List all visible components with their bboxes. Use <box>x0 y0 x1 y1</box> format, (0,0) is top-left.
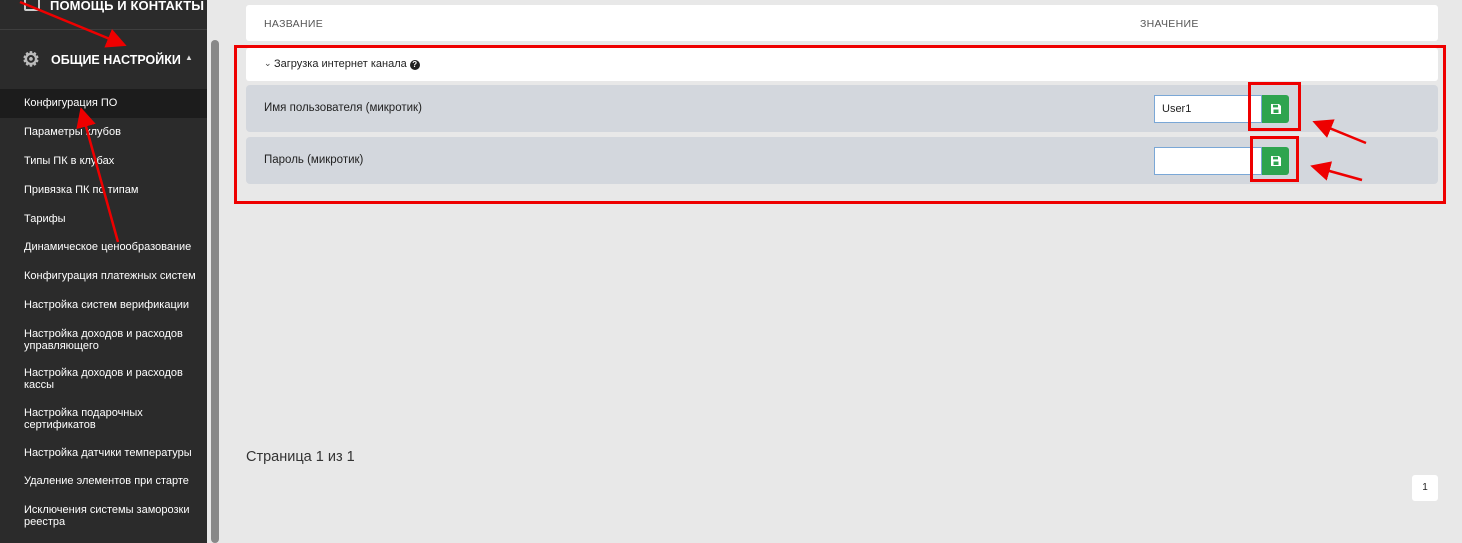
column-header-value: Значение <box>1140 18 1199 30</box>
annotation-box-save-2 <box>1250 136 1299 182</box>
sidebar-scrollbar-thumb[interactable] <box>211 40 219 543</box>
sidebar-item-tariffs[interactable]: Тарифы <box>0 213 207 225</box>
sidebar-item-manager-finance[interactable]: Настройка доходов и расходов управляющег… <box>0 328 207 352</box>
gear-icon: ⚙ <box>22 49 40 71</box>
help-icon <box>24 0 40 11</box>
sidebar-item-cashbox-finance[interactable]: Настройка доходов и расходов кассы <box>0 367 207 391</box>
caret-up-icon: ▲ <box>185 53 193 62</box>
sidebar-item-help-contacts[interactable]: Помощь и контакты <box>0 0 207 30</box>
sidebar-item-startup-removal[interactable]: Удаление элементов при старте <box>0 475 207 487</box>
pagination-summary: Страница 1 из 1 <box>246 449 355 465</box>
sidebar-item-dynamic-pricing[interactable]: Динамическое ценообразование <box>0 241 207 253</box>
sidebar-item-registry-freeze[interactable]: Исключения системы заморозки реестра <box>0 504 207 528</box>
sidebar-item-payment-config[interactable]: Конфигурация платежных систем <box>0 270 207 282</box>
page-button[interactable]: 1 <box>1412 475 1438 501</box>
sidebar-item-club-params[interactable]: Параметры клубов <box>0 126 207 138</box>
table-header: Название Значение <box>246 5 1438 41</box>
column-header-name: Название <box>264 18 324 30</box>
sidebar-item-gift-certificates[interactable]: Настройка подарочных сертификатов <box>0 407 207 431</box>
sidebar-item-temperature[interactable]: Настройка датчики температуры <box>0 447 207 459</box>
sidebar: Помощь и контакты ⚙ Общие настройки ▲ Ко… <box>0 0 207 543</box>
sidebar-item-pc-types[interactable]: Типы ПК в клубах <box>0 155 207 167</box>
sidebar-item-software-config[interactable]: Конфигурация ПО <box>0 89 207 118</box>
sidebar-item-pc-binding[interactable]: Привязка ПК по типам <box>0 184 207 196</box>
sidebar-item-verification[interactable]: Настройка систем верификации <box>0 299 207 311</box>
sidebar-item-label: Помощь и контакты <box>50 0 205 13</box>
annotation-box-save-1 <box>1248 82 1301 131</box>
sidebar-section-general-settings[interactable]: ⚙ Общие настройки ▲ <box>0 30 207 88</box>
sidebar-section-label: Общие настройки <box>51 53 181 67</box>
